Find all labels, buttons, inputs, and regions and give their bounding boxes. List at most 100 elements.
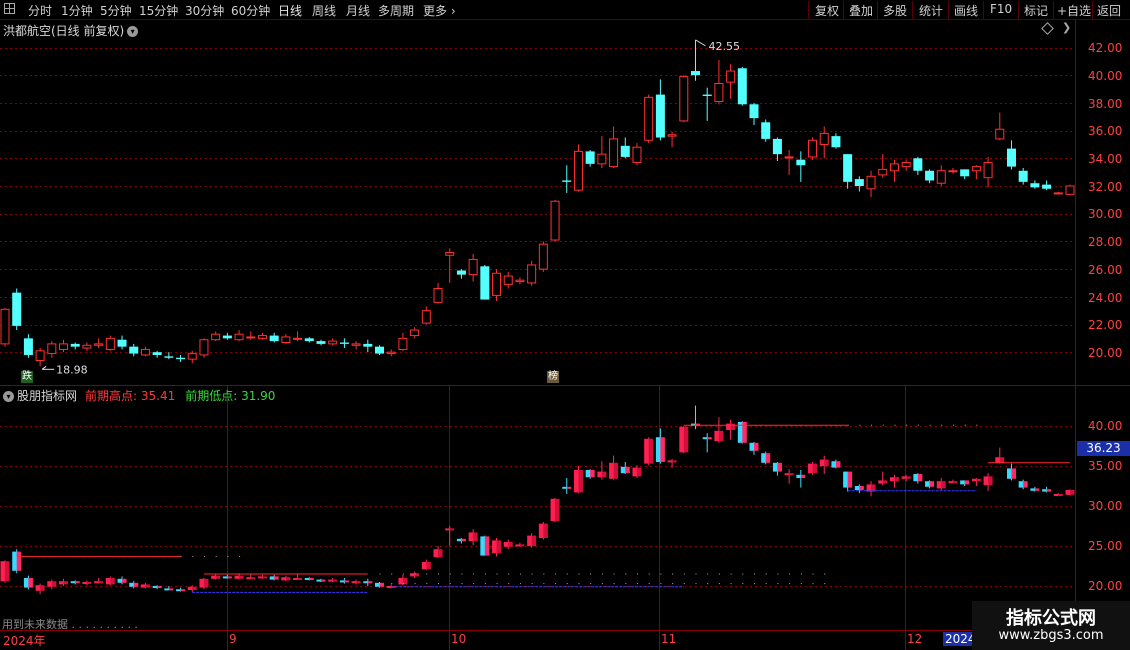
indicator-bar-right	[168, 588, 174, 591]
indicator-bar-left	[772, 462, 778, 472]
projection-dot	[496, 573, 498, 575]
price-tick: 42.00	[1088, 41, 1123, 55]
indicator-name: 股朋指标网	[17, 389, 78, 403]
indicator-bar-right	[250, 577, 256, 580]
projection-dot	[695, 583, 697, 585]
projection-dot	[578, 583, 580, 585]
indicator-bar-right	[578, 470, 583, 493]
indicator-bar-left	[702, 437, 708, 440]
candle-body	[211, 333, 221, 341]
candle-body	[328, 340, 338, 345]
price-tick: 40.00	[1088, 69, 1123, 83]
projection-dot	[449, 583, 451, 585]
indicator-bar-left	[386, 586, 392, 588]
projection-dot	[695, 573, 697, 575]
projection-dot	[414, 583, 416, 585]
indicator-bar-right	[180, 589, 186, 592]
candle-body	[854, 179, 864, 186]
indicator-bar-left	[375, 582, 380, 587]
indicator-bar-right	[98, 581, 104, 584]
indicator-tick: 20.00	[1088, 579, 1123, 593]
projection-dot	[672, 583, 674, 585]
candle-body	[117, 339, 127, 347]
indicator-bar-left	[339, 580, 345, 583]
indicator-bar-left	[199, 578, 204, 588]
indicator-bar-right	[63, 581, 69, 585]
price-tick: 30.00	[1088, 207, 1123, 221]
projection-dot	[636, 583, 638, 585]
candle-body	[59, 343, 69, 350]
candle-body	[737, 68, 747, 105]
indicator-bar-right	[707, 437, 712, 440]
indicator-bar-left	[527, 535, 532, 546]
projection-dot	[601, 583, 603, 585]
indicator-bar-right	[859, 486, 864, 490]
watermark: 指标公式网 www.zbgs3.com	[972, 601, 1130, 650]
indicator-bar-right	[917, 474, 923, 482]
candle-body	[726, 70, 736, 83]
candle-body	[702, 94, 712, 96]
candle-body	[187, 353, 197, 360]
indicator-bar-right	[28, 578, 33, 588]
indicator-bar-right	[835, 461, 841, 468]
indicator-bar-left	[140, 584, 146, 588]
projection-dot	[754, 583, 756, 585]
current-value-label: 36.23	[1077, 441, 1130, 456]
price-tick: 24.00	[1088, 291, 1123, 305]
indicator-bar-right	[320, 579, 326, 582]
candle-body	[609, 138, 619, 168]
indicator-bar-left	[515, 544, 520, 547]
candle-body	[164, 356, 174, 358]
candle-body	[23, 338, 33, 355]
candle-body	[304, 338, 314, 342]
projection-dot	[648, 583, 650, 585]
candle-body	[1030, 183, 1040, 188]
indicator-bar-right	[227, 576, 232, 579]
projection-dot	[426, 583, 428, 585]
projection-dot	[625, 573, 627, 575]
badge-down[interactable]: 跌	[21, 371, 33, 383]
price-tick: 22.00	[1088, 318, 1123, 332]
projection-dot	[227, 555, 229, 557]
chevron-down-icon[interactable]: ▾	[3, 391, 14, 402]
candle-body	[784, 156, 794, 159]
candle-body	[105, 337, 115, 350]
indicator-bar-left	[445, 528, 450, 531]
indicator-bar-left	[889, 477, 895, 482]
candle-body	[480, 266, 490, 300]
indicator-bar-right	[309, 578, 314, 580]
candle-body	[1042, 184, 1052, 189]
indicator-bar-right	[1011, 468, 1016, 479]
badge-list[interactable]: 榜	[547, 371, 559, 383]
indicator-bar-right	[765, 453, 771, 463]
indicator-bar-left	[492, 540, 497, 554]
projection-dot	[402, 573, 404, 575]
projection-dot	[613, 583, 615, 585]
indicator-bar-right	[519, 544, 525, 547]
indicator-bar-right	[952, 481, 958, 484]
candle-body	[176, 357, 186, 360]
candle-body	[983, 161, 993, 179]
projection-dot	[402, 583, 404, 585]
indicator-bar-right	[5, 561, 10, 582]
candle-body	[995, 128, 1005, 140]
projection-dot	[461, 573, 463, 575]
indicator-bar-left	[796, 474, 801, 478]
candle-body	[293, 337, 303, 340]
projection-dot	[519, 573, 521, 575]
projection-dot	[648, 573, 650, 575]
price-tick: 26.00	[1088, 263, 1123, 277]
candle-body	[690, 71, 700, 76]
indicator-bar-left	[316, 579, 321, 582]
projection-dot	[777, 583, 779, 585]
projection-dot	[824, 583, 826, 585]
indicator-bar-left	[550, 498, 556, 522]
candle-body	[538, 243, 548, 270]
projection-dot	[531, 583, 533, 585]
projection-dot	[730, 573, 732, 575]
indicator-title[interactable]: ▾ 股朋指标网 前期高点: 35.41 前期低点: 31.90	[3, 387, 275, 404]
projection-dot	[777, 573, 779, 575]
indicator-bar-right	[988, 476, 993, 486]
candle-body	[433, 287, 443, 303]
watermark-title: 指标公式网	[1006, 608, 1096, 629]
